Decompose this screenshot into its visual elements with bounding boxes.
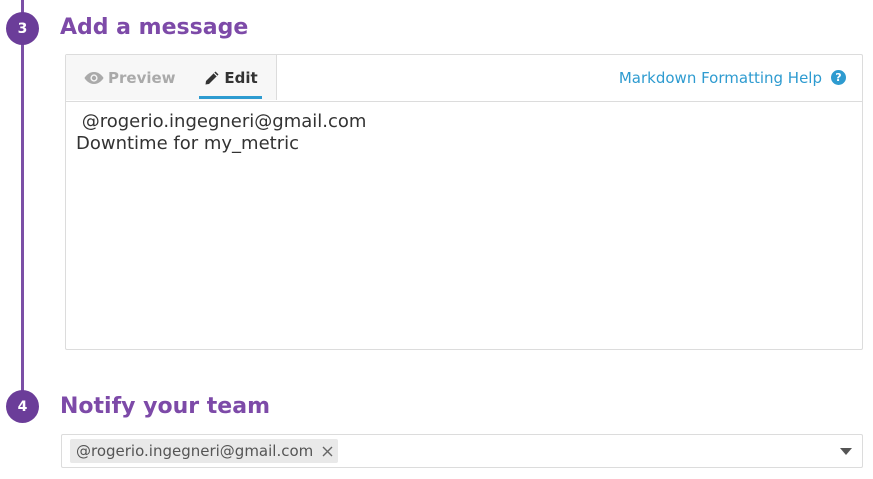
tab-preview-label: Preview [108, 68, 176, 87]
timeline-line [21, 0, 24, 395]
recipient-tag-label: @rogerio.ingegneri@gmail.com [76, 442, 314, 460]
recipient-tag: @rogerio.ingegneri@gmail.com [70, 439, 339, 463]
question-circle-icon: ? [831, 70, 846, 85]
step-4-number: 4 [17, 398, 28, 415]
step-3-number: 3 [17, 20, 28, 37]
tab-edit-label: Edit [224, 68, 258, 87]
step-3-badge: 3 [6, 12, 39, 45]
notify-team-select[interactable]: @rogerio.ingegneri@gmail.com [61, 434, 863, 468]
active-tab-indicator [199, 96, 262, 99]
step-4-title: Notify your team [60, 394, 270, 419]
pencil-icon [204, 70, 220, 86]
tab-preview[interactable]: Preview [84, 55, 176, 100]
caret-down-icon[interactable] [840, 448, 852, 455]
markdown-help-link[interactable]: Markdown Formatting Help ? [619, 55, 846, 100]
step-3-title: Add a message [60, 15, 249, 40]
eye-icon [84, 71, 104, 85]
step-4-badge: 4 [6, 390, 39, 423]
markdown-help-label: Markdown Formatting Help [618, 68, 822, 87]
editor-tab-bar: Preview Edit Markdown Formatting Help ? [66, 55, 862, 102]
message-textarea[interactable]: @rogerio.ingegneri@gmail.com Downtime fo… [76, 111, 852, 339]
tab-edit[interactable]: Edit [199, 55, 263, 100]
message-editor: Preview Edit Markdown Formatting Help ? … [65, 54, 863, 350]
close-icon[interactable] [322, 446, 333, 457]
